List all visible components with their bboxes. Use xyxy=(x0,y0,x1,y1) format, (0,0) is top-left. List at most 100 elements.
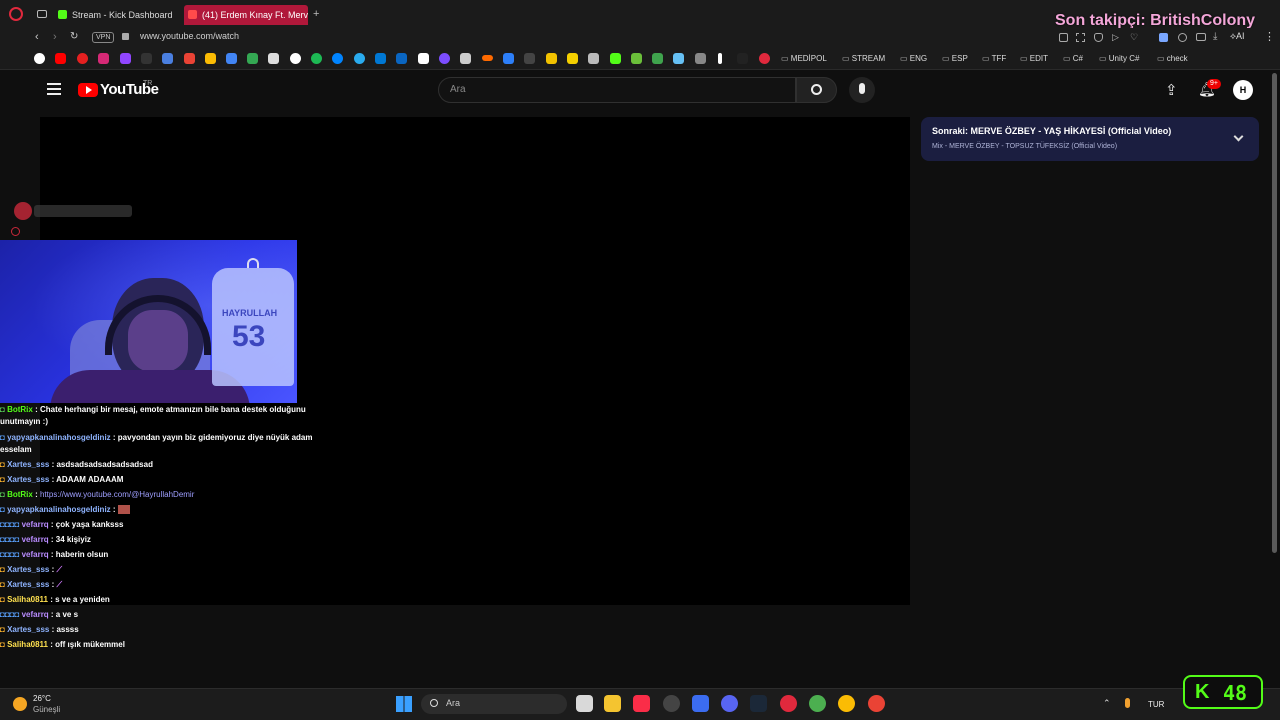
pin-icon[interactable] xyxy=(1059,33,1068,42)
back-icon[interactable]: ‹ xyxy=(35,31,39,43)
file-explorer-icon[interactable] xyxy=(604,695,621,712)
twitch-bookmark-icon[interactable] xyxy=(120,53,131,64)
bookmark-folder-unity[interactable]: Unity C# xyxy=(1099,52,1140,66)
heart-icon[interactable]: ♡ xyxy=(1130,32,1138,43)
language-indicator[interactable]: TUR xyxy=(1148,700,1164,709)
taskbar-search-box[interactable]: Ara xyxy=(421,694,567,714)
x-bookmark-icon[interactable] xyxy=(141,53,152,64)
weather-desc[interactable]: Güneşli xyxy=(33,705,60,714)
w-bookmark-icon[interactable] xyxy=(524,53,535,64)
copilot-icon[interactable] xyxy=(692,695,709,712)
chevron-down-icon[interactable] xyxy=(1233,131,1244,142)
vpn-badge[interactable]: VPN xyxy=(92,32,115,43)
gemini-bookmark-icon[interactable] xyxy=(226,53,237,64)
download-icon[interactable]: ⤓ xyxy=(1213,31,1217,42)
page-bookmark-icon[interactable] xyxy=(588,53,599,64)
telegram-bookmark-icon[interactable] xyxy=(354,53,365,64)
drive-bookmark-icon[interactable] xyxy=(205,53,216,64)
app-bookmark-icon[interactable] xyxy=(439,53,450,64)
maps-bookmark-icon[interactable] xyxy=(247,53,258,64)
bookmark-folder-tff[interactable]: TFF xyxy=(982,52,1007,66)
doc-bookmark-icon[interactable] xyxy=(162,53,173,64)
search-button[interactable] xyxy=(796,77,837,103)
game-bookmark-icon[interactable] xyxy=(631,53,642,64)
upload-icon[interactable]: ⇪ xyxy=(1165,81,1178,99)
linkedin-bookmark-icon[interactable] xyxy=(396,53,407,64)
kick-bookmark-icon[interactable] xyxy=(610,53,621,64)
chat-username: yapyapkanalinahosgeldiniz xyxy=(7,505,111,514)
bookmark-folder-csharp[interactable]: C# xyxy=(1063,52,1083,66)
menu-dots-icon[interactable]: ⋮ xyxy=(1264,30,1275,43)
chrome-icon[interactable] xyxy=(809,695,826,712)
messenger-bookmark-icon[interactable] xyxy=(332,53,343,64)
apple-music-icon[interactable] xyxy=(633,695,650,712)
green-bookmark-icon[interactable] xyxy=(652,53,663,64)
s-bookmark-icon[interactable] xyxy=(567,53,578,64)
aria-ai-button[interactable]: ⟡AI xyxy=(1230,31,1244,42)
search-input[interactable]: Ara xyxy=(438,77,796,103)
shield-icon[interactable] xyxy=(1094,33,1103,42)
gmail-bookmark-icon[interactable] xyxy=(184,53,195,64)
news-bookmark-icon[interactable] xyxy=(460,53,471,64)
chat-username: Xartes_sss xyxy=(7,625,50,634)
play-icon[interactable]: ▷ xyxy=(1112,32,1119,43)
workspaces-icon[interactable] xyxy=(37,10,47,18)
avatar[interactable]: H xyxy=(1233,80,1253,100)
url-field[interactable]: www.youtube.com/watch xyxy=(140,31,239,41)
steam-icon[interactable] xyxy=(750,695,767,712)
youtube-bookmark-icon[interactable] xyxy=(55,53,66,64)
spotify-bookmark-icon[interactable] xyxy=(311,53,322,64)
hamburger-menu-icon[interactable] xyxy=(47,83,61,95)
github-desktop-icon[interactable] xyxy=(663,695,680,712)
search-placeholder: Ara xyxy=(450,84,466,95)
puzzle-icon[interactable] xyxy=(1178,33,1187,42)
discord-icon[interactable] xyxy=(721,695,738,712)
screenshot-icon[interactable] xyxy=(1076,33,1085,42)
weather-temp[interactable]: 26°C xyxy=(33,694,51,703)
bookmark-folder-eng[interactable]: ENG xyxy=(900,52,927,66)
instagram-bookmark-icon[interactable] xyxy=(98,53,109,64)
chat-message: unutmayın :) xyxy=(0,416,48,427)
orange-bookmark-icon[interactable] xyxy=(482,55,493,61)
chart-bookmark-icon[interactable] xyxy=(695,53,706,64)
youtube-music-bookmark-icon[interactable] xyxy=(77,53,88,64)
forward-icon[interactable]: › xyxy=(53,31,57,43)
bookmark-folder-edit[interactable]: EDIT xyxy=(1020,52,1048,66)
grid-bookmark-icon[interactable] xyxy=(503,53,514,64)
red-circle-bookmark-icon[interactable] xyxy=(759,53,770,64)
camera-icon[interactable] xyxy=(1196,33,1206,41)
lock-icon xyxy=(122,33,129,40)
bookmark-folder-medipol[interactable]: MEDİPOL xyxy=(781,52,827,66)
microphone-tray-icon[interactable] xyxy=(1125,698,1130,708)
chat-link[interactable]: https://www.youtube.com/@HayrullahDemir xyxy=(40,490,194,499)
dark-bookmark-icon[interactable] xyxy=(737,53,748,64)
tray-chevron-icon[interactable]: ⌃ xyxy=(1103,698,1111,709)
steam-bookmark-icon[interactable] xyxy=(673,53,684,64)
chrome-icon[interactable] xyxy=(838,695,855,712)
new-tab-button[interactable]: + xyxy=(313,8,319,20)
windows-start-icon[interactable] xyxy=(396,696,412,712)
black-bookmark-icon[interactable] xyxy=(718,53,722,64)
onedrive-bookmark-icon[interactable] xyxy=(375,53,386,64)
tab-kick-dashboard[interactable]: Stream - Kick Dashboard xyxy=(54,5,182,25)
page-scrollbar[interactable] xyxy=(1272,73,1277,553)
chrome-icon[interactable] xyxy=(868,695,885,712)
github-bookmark-icon[interactable] xyxy=(290,53,301,64)
bookmark-folder-stream[interactable]: STREAM xyxy=(842,52,885,66)
chat-emote-icon: ⟋ xyxy=(56,580,63,589)
opera-gx-icon[interactable] xyxy=(780,695,797,712)
voice-search-button[interactable] xyxy=(849,77,875,103)
yellow-bookmark-icon[interactable] xyxy=(546,53,557,64)
up-next-card[interactable]: Sonraki: MERVE ÖZBEY - YAŞ HİKAYESİ (Off… xyxy=(921,117,1259,161)
extensions-icon[interactable] xyxy=(1159,33,1168,42)
google-bookmark-icon[interactable] xyxy=(34,53,45,64)
discord-bookmark-icon[interactable] xyxy=(418,53,429,64)
chatgpt-bookmark-icon[interactable] xyxy=(268,53,279,64)
opera-logo-icon[interactable] xyxy=(9,7,23,21)
bookmark-folder-check[interactable]: check xyxy=(1157,52,1188,66)
reload-icon[interactable]: ↻ xyxy=(70,31,78,42)
task-view-icon[interactable] xyxy=(576,695,593,712)
tab-youtube-active[interactable]: (41) Erdem Kınay Ft. Merve xyxy=(184,5,308,25)
bookmark-folder-esp[interactable]: ESP xyxy=(942,52,968,66)
weather-sun-icon[interactable] xyxy=(13,697,27,711)
